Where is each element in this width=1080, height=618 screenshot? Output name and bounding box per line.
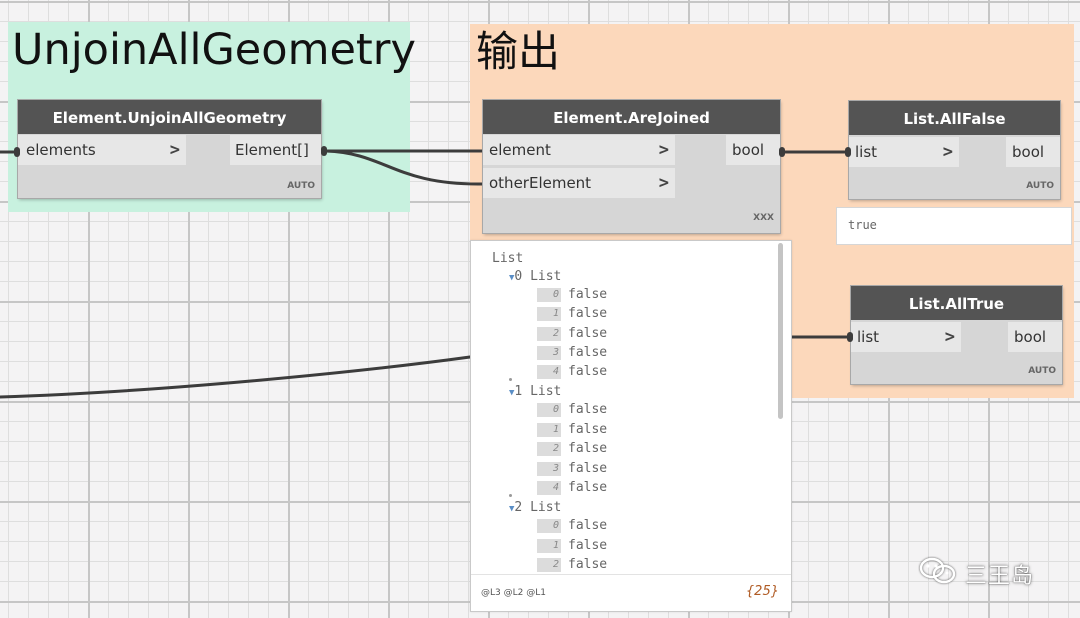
chevron-right-icon: >	[658, 173, 669, 193]
lacing-label[interactable]: AUTO	[1028, 366, 1056, 376]
input-connector[interactable]	[845, 147, 851, 157]
watch-item: 2 false	[537, 557, 607, 572]
watch-item: 0 false	[537, 402, 607, 417]
input-port-list[interactable]: list >	[849, 137, 959, 167]
node-unjoin-all-geometry[interactable]: Element.UnjoinAllGeometry elements > Ele…	[18, 100, 321, 198]
watch-list-header[interactable]: ▼0 List	[509, 269, 561, 284]
list-label: 1 List	[514, 384, 562, 399]
wechat-icon	[919, 557, 956, 584]
port-label: bool	[1014, 328, 1047, 346]
list-levels-label[interactable]: @L3 @L2 @L1	[481, 588, 546, 598]
watch-item: 3 false	[537, 345, 607, 360]
watch-root-label: List	[492, 251, 524, 266]
watch-list-header[interactable]: ▼1 List	[509, 384, 561, 399]
watch-item: 4 false	[537, 480, 607, 495]
watch-item: 1 false	[537, 538, 607, 553]
port-label: bool	[1012, 143, 1045, 161]
watch-item: 1 false	[537, 306, 607, 321]
watermark-text: 三王岛	[965, 564, 1035, 589]
lacing-label[interactable]: XXX	[753, 213, 774, 223]
watch-item: 4 false	[537, 364, 607, 379]
output-port-element-list[interactable]: Element[]	[230, 135, 321, 165]
preview-bubble-all-false[interactable]: true	[836, 207, 1072, 245]
output-connector[interactable]	[321, 146, 327, 156]
port-label: elements	[26, 141, 96, 159]
watch-item: 0 false	[537, 518, 607, 533]
chevron-right-icon: >	[944, 327, 955, 347]
bullet-dot	[509, 494, 512, 497]
item-count-label: {25}	[745, 584, 779, 599]
input-port-element[interactable]: element >	[483, 135, 675, 165]
output-port-bool[interactable]: bool	[1006, 137, 1060, 167]
watch-list-header[interactable]: ▼2 List	[509, 500, 561, 515]
list-label: 0 List	[514, 269, 562, 284]
input-port-elements[interactable]: elements >	[18, 135, 186, 165]
input-connector[interactable]	[847, 332, 853, 342]
node-list-all-false[interactable]: List.AllFalse list > bool AUTO	[849, 101, 1060, 199]
port-label: otherElement	[489, 174, 592, 192]
input-port-other-element[interactable]: otherElement >	[483, 168, 675, 198]
node-list-all-true[interactable]: List.AllTrue list > bool AUTO	[851, 286, 1062, 384]
chevron-right-icon: >	[942, 142, 953, 162]
lacing-label[interactable]: AUTO	[287, 181, 315, 191]
wire-long	[0, 355, 472, 399]
output-port-bool[interactable]: bool	[1008, 322, 1062, 352]
bullet-dot	[509, 378, 512, 381]
watch-item: 2 false	[537, 326, 607, 341]
wire-unjoin-otherelement	[324, 149, 484, 186]
port-label: list	[857, 328, 880, 346]
node-are-joined[interactable]: Element.AreJoined element > otherElement…	[483, 100, 780, 233]
list-label: 2 List	[514, 500, 562, 515]
node-title: Element.UnjoinAllGeometry	[18, 100, 321, 134]
watch-footer-divider	[471, 574, 791, 575]
watch-preview-panel[interactable]: List ▼0 List 0 false 1 false 2 false 3 false…	[470, 240, 792, 612]
chevron-right-icon: >	[658, 140, 669, 160]
port-label: element	[489, 141, 551, 159]
output-port-bool[interactable]: bool	[726, 135, 780, 165]
node-title: List.AllFalse	[849, 101, 1060, 135]
chevron-right-icon: >	[169, 140, 180, 160]
watch-item: 1 false	[537, 422, 607, 437]
lacing-label[interactable]: AUTO	[1026, 181, 1054, 191]
scrollbar-thumb[interactable]	[778, 243, 783, 419]
node-title: Element.AreJoined	[483, 100, 780, 134]
port-label: list	[855, 143, 878, 161]
preview-value: true	[848, 218, 877, 232]
node-title: List.AllTrue	[851, 286, 1062, 320]
watch-item: 2 false	[537, 441, 607, 456]
watch-item: 3 false	[537, 461, 607, 476]
input-port-list[interactable]: list >	[851, 322, 961, 352]
port-label: bool	[732, 141, 765, 159]
watch-item: 0 false	[537, 287, 607, 302]
output-connector[interactable]	[779, 147, 785, 157]
input-connector[interactable]	[14, 147, 20, 157]
port-label: Element[]	[235, 141, 309, 159]
